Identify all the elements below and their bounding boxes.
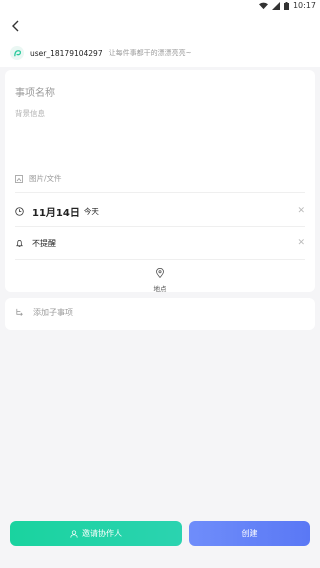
divider (15, 259, 305, 260)
user-icon (70, 529, 78, 538)
attachment-label: 图片/文件 (29, 174, 62, 183)
username: user_18179104297 (30, 48, 103, 58)
invite-label: 邀请协作人 (82, 529, 122, 538)
attachment-button[interactable]: 图片/文件 (15, 173, 62, 184)
invite-collaborator-button[interactable]: 邀请协作人 (10, 521, 182, 546)
app-logo-icon (13, 49, 21, 56)
status-bar: 10:17 (0, 0, 320, 12)
battery-icon (283, 1, 289, 10)
status-time: 10:17 (292, 1, 316, 10)
task-title-input[interactable]: 事项名称 (15, 84, 55, 99)
subtask-icon (16, 308, 23, 316)
wifi-icon (258, 2, 268, 10)
back-arrow-icon (12, 20, 19, 32)
create-label: 创建 (241, 529, 258, 538)
divider (15, 226, 305, 227)
status-icons: 10:17 (258, 1, 316, 10)
create-button[interactable]: 创建 (189, 521, 310, 546)
image-file-icon (15, 174, 23, 183)
clock-icon (15, 206, 24, 216)
avatar (10, 46, 24, 60)
creator-row: user_18179104297 让每件事都干的漂漂亮亮~ (10, 46, 191, 60)
due-date-relative: 今天 (83, 206, 99, 216)
location-label: 地点 (153, 285, 167, 293)
add-subtask-button[interactable]: 添加子事项 (15, 307, 73, 318)
due-date: 11月14日 (32, 207, 80, 219)
reminder-value: 不提醒 (32, 238, 56, 248)
add-subtask-card[interactable]: 添加子事项 (5, 298, 315, 330)
bell-icon (16, 239, 23, 247)
signal-icon (271, 1, 280, 10)
username-hint: 让每件事都干的漂漂亮亮~ (108, 49, 192, 57)
clear-date-close-icon[interactable]: ✕ (297, 206, 305, 216)
location-button[interactable]: 地点 (135, 263, 185, 293)
task-form-card: 事项名称 背景信息 图片/文件 11月14日 今天 ✕ 不提醒 ✕ 地点 (5, 70, 315, 293)
reminder-row[interactable]: 不提醒 ✕ (15, 230, 305, 256)
location-pin-icon (156, 267, 164, 279)
add-subtask-label: 添加子事项 (33, 308, 73, 317)
background-info-input[interactable]: 背景信息 (15, 108, 45, 119)
due-date-row[interactable]: 11月14日 今天 ✕ (15, 198, 305, 224)
divider (15, 192, 305, 193)
back-button[interactable] (8, 18, 24, 34)
clear-reminder-close-icon[interactable]: ✕ (297, 238, 305, 248)
